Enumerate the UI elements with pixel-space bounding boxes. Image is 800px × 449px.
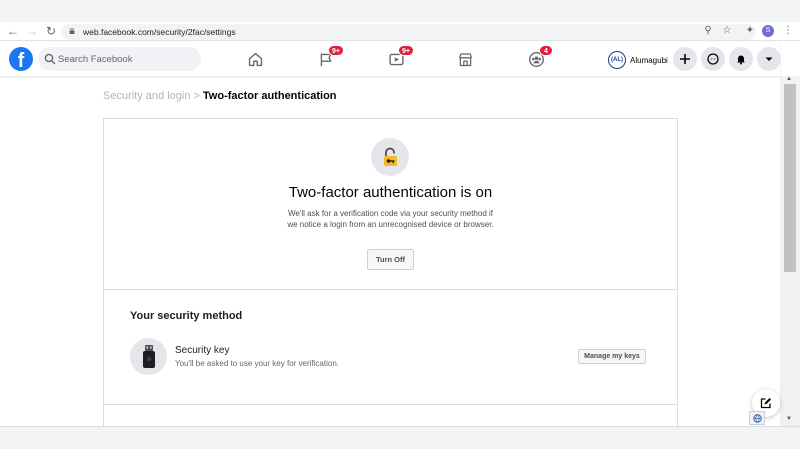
status-title: Two-factor authentication is on — [288, 184, 493, 201]
nav-pages[interactable]: 9+ — [296, 42, 356, 76]
search-input[interactable] — [58, 51, 196, 67]
window-bottom-bar — [0, 426, 800, 449]
nav-marketplace[interactable] — [435, 42, 495, 76]
two-factor-card: Two-factor authentication is on We'll as… — [103, 118, 678, 428]
breadcrumb-separator: > — [193, 90, 200, 102]
security-method-description: You'll be asked to use your key for veri… — [175, 359, 339, 368]
facebook-logo-icon[interactable]: f — [9, 47, 33, 71]
search-icon — [44, 53, 56, 65]
profile-name: Alumagubi — [630, 55, 668, 65]
language-button[interactable] — [749, 411, 765, 425]
section-divider — [104, 404, 677, 405]
notifications-button[interactable] — [729, 47, 753, 71]
home-icon — [248, 52, 262, 66]
nav-watch[interactable]: 9+ — [366, 42, 426, 76]
manage-keys-button[interactable]: Manage my keys — [578, 349, 646, 364]
back-arrow-icon[interactable]: ← — [5, 23, 21, 39]
breadcrumb: Security and login > Two-factor authentica… — [103, 90, 337, 102]
star-icon[interactable]: ☆ — [719, 23, 735, 39]
avatar: (AL) — [608, 51, 626, 69]
caret-down-icon — [765, 57, 773, 61]
globe-icon — [752, 413, 762, 423]
address-bar[interactable]: web.facebook.com/security/2fac/settings — [61, 24, 756, 40]
store-icon — [458, 52, 472, 66]
facebook-header: f 9+ 9+ 4 (AL) Alumagubi — [0, 42, 781, 76]
breadcrumb-security-and-login[interactable]: Security and login — [103, 90, 190, 102]
page-scrollbar[interactable]: ▲ ▼ — [780, 76, 800, 426]
section-divider — [104, 289, 677, 290]
plus-icon — [680, 54, 690, 64]
status-description: We'll ask for a verification code via yo… — [287, 209, 494, 229]
create-button[interactable] — [673, 47, 697, 71]
scroll-down-arrow-icon[interactable]: ▼ — [786, 416, 792, 422]
turn-off-button[interactable]: Turn Off — [367, 249, 414, 270]
more-vertical-icon[interactable]: ⋮ — [780, 23, 796, 39]
notification-badge: 4 — [539, 45, 553, 56]
notification-badge: 9+ — [328, 45, 344, 56]
status-icon-circle — [371, 138, 409, 176]
page-title: Two-factor authentication — [202, 90, 337, 102]
account-menu-button[interactable] — [757, 47, 781, 71]
profile-link[interactable]: (AL) Alumagubi — [608, 50, 668, 70]
messenger-icon — [707, 53, 719, 65]
browser-tab-strip — [0, 0, 800, 22]
browser-toolbar: ← → ↻ web.facebook.com/security/2fac/set… — [0, 22, 800, 41]
key-icon[interactable]: ⚲ — [700, 23, 716, 39]
notification-badge: 9+ — [398, 45, 414, 56]
nav-groups[interactable]: 4 — [506, 42, 566, 76]
usb-key-icon — [142, 344, 155, 368]
bell-icon — [737, 55, 745, 65]
nav-home[interactable] — [225, 42, 285, 76]
compose-icon — [760, 398, 771, 409]
extensions-icon[interactable]: ✦ — [742, 23, 758, 39]
padlock-icon — [384, 147, 397, 166]
security-key-icon-circle — [130, 338, 167, 375]
lock-icon — [69, 28, 75, 34]
url-text: web.facebook.com/security/2fac/settings — [83, 27, 236, 37]
security-method-heading: Your security method — [130, 310, 243, 322]
scroll-up-arrow-icon[interactable]: ▲ — [786, 76, 792, 82]
messenger-button[interactable] — [701, 47, 725, 71]
scrollbar-thumb[interactable] — [784, 84, 796, 272]
security-method-name: Security key — [175, 345, 230, 356]
forward-arrow-icon[interactable]: → — [24, 23, 40, 39]
search-box[interactable] — [38, 47, 201, 71]
reload-icon[interactable]: ↻ — [43, 23, 59, 39]
browser-profile-avatar[interactable]: S — [762, 25, 774, 37]
